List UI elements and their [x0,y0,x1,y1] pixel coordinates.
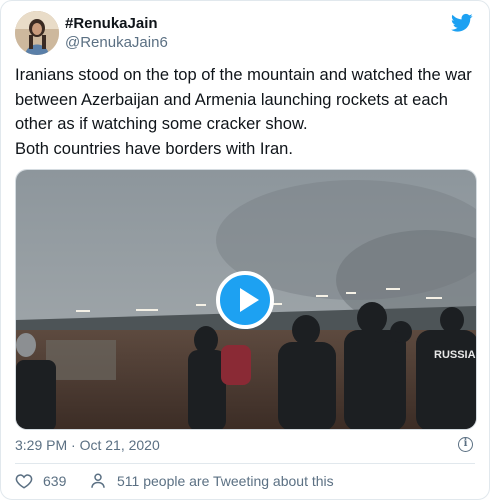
user-handle[interactable]: @RenukaJain6 [65,34,168,51]
tweet-text-paragraph-2: Both countries have borders with Iran. [15,139,293,158]
heart-icon [15,474,33,489]
tweet-timestamp[interactable]: 3:29 PM · Oct 21, 2020 [15,437,160,453]
people-tweeting-text: 511 people are Tweeting about this [117,473,334,489]
video-player[interactable]: RUSSIA [15,169,477,430]
like-count: 639 [43,473,67,489]
divider [15,463,475,464]
play-button[interactable] [216,271,274,329]
profile-photo-icon [15,11,59,55]
info-icon[interactable]: i [458,437,473,452]
video-overlay-text: RUSSIA [434,349,476,361]
tweet-card: #RenukaJain @RenukaJain6 Iranians stood … [0,0,490,500]
like-button[interactable]: 639 [15,472,66,490]
tweet-text: Iranians stood on the top of the mountai… [15,63,477,161]
people-tweeting-link[interactable]: 511 people are Tweeting about this [89,472,334,490]
people-icon [91,473,105,488]
tweet-text-paragraph: Iranians stood on the top of the mountai… [15,66,472,133]
display-name[interactable]: #RenukaJain [65,15,158,32]
twitter-bird-icon[interactable] [451,13,473,33]
avatar[interactable] [15,11,59,55]
